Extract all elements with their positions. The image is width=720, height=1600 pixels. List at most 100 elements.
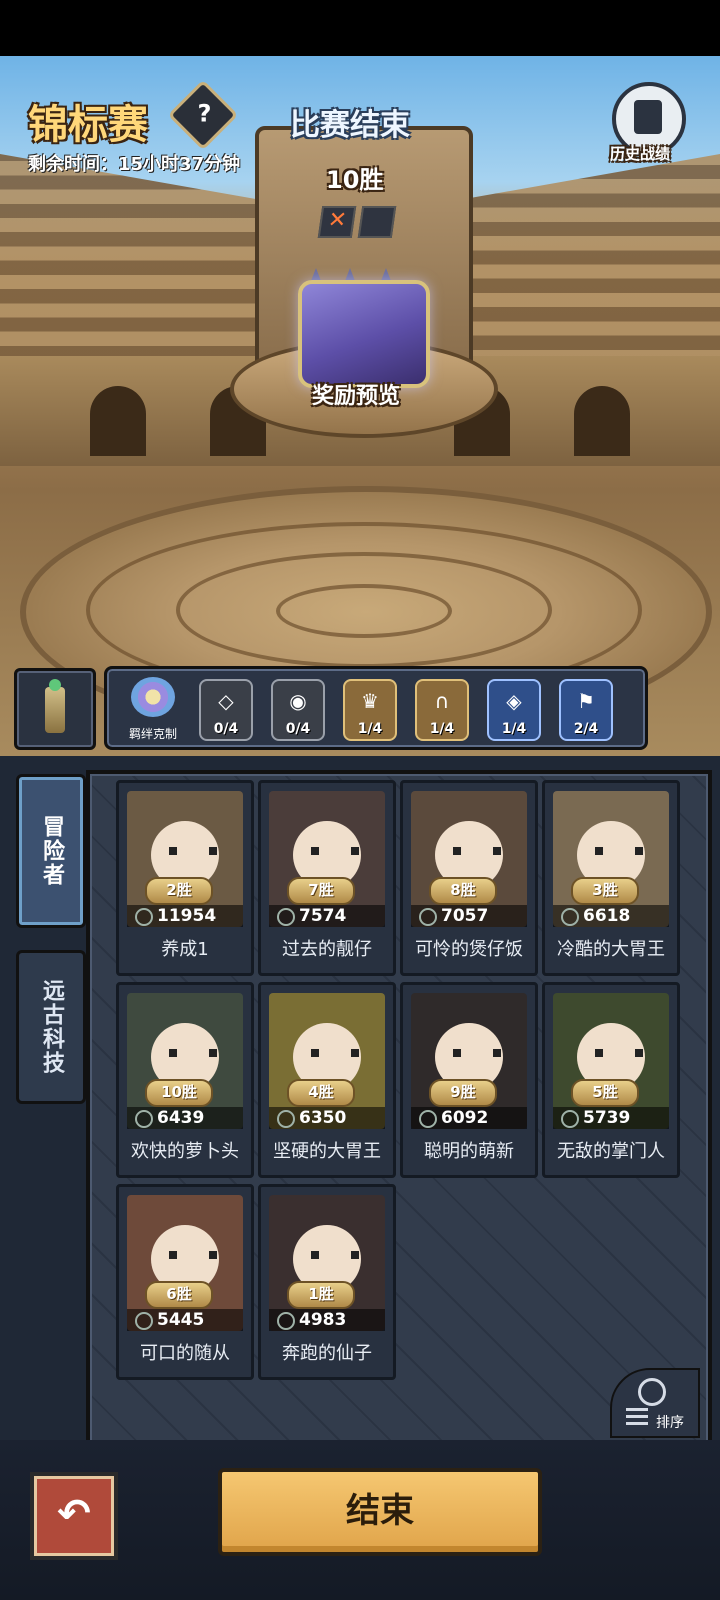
power-icon bbox=[135, 1312, 153, 1330]
sort-button[interactable]: 排序 bbox=[610, 1368, 700, 1438]
hero-eyes bbox=[453, 847, 501, 855]
hero-card[interactable]: 6胜 5445 可口的随从 bbox=[116, 1184, 254, 1380]
hero-power: 4983 bbox=[299, 1310, 347, 1330]
end-button[interactable]: 结束 bbox=[218, 1468, 542, 1556]
bond-flower-icon bbox=[131, 677, 175, 717]
hero-power-row: 5445 bbox=[127, 1309, 243, 1331]
hero-eyes bbox=[169, 1049, 217, 1057]
hero-wins-badge: 2胜 bbox=[145, 877, 213, 905]
hero-wins-badge: 9胜 bbox=[429, 1079, 497, 1107]
hero-power: 6439 bbox=[157, 1108, 205, 1128]
hero-name: 坚硬的大胃王 bbox=[273, 1141, 381, 1162]
hero-wins-badge: 1胜 bbox=[287, 1281, 355, 1309]
wall-arch bbox=[574, 386, 630, 456]
tower-button[interactable] bbox=[14, 668, 96, 750]
hero-card[interactable]: 8胜 7057 可怜的煲仔饭 bbox=[400, 780, 538, 976]
bond-counter-label: 羁绊克制 bbox=[128, 727, 177, 741]
hero-power-row: 6439 bbox=[127, 1107, 243, 1129]
hero-card[interactable]: 4胜 6350 坚硬的大胃王 bbox=[258, 982, 396, 1178]
tab-ancient-tech[interactable]: 远古科技 bbox=[16, 950, 86, 1104]
hero-wins-badge: 6胜 bbox=[145, 1281, 213, 1309]
hero-name: 养成1 bbox=[161, 939, 209, 960]
bond-count: 0/4 bbox=[213, 721, 239, 737]
horseshoe-icon: ∩ bbox=[434, 689, 450, 713]
back-arrow-icon: ↶ bbox=[57, 1491, 91, 1537]
hero-card[interactable]: 1胜 4983 奔跑的仙子 bbox=[258, 1184, 396, 1380]
hero-wins-badge: 7胜 bbox=[287, 877, 355, 905]
hero-power-row: 6350 bbox=[269, 1107, 385, 1129]
power-icon bbox=[419, 1110, 437, 1128]
win-count: 10胜 bbox=[326, 166, 384, 194]
wall-arch bbox=[90, 386, 146, 456]
reward-chest[interactable] bbox=[298, 280, 430, 388]
hero-eyes bbox=[311, 1251, 359, 1259]
hero-power: 6350 bbox=[299, 1108, 347, 1128]
hero-power: 5445 bbox=[157, 1310, 205, 1330]
hero-power: 7574 bbox=[299, 906, 347, 926]
reward-preview-label[interactable]: 奖励预览 bbox=[312, 378, 400, 410]
back-button[interactable]: ↶ bbox=[30, 1472, 118, 1560]
hero-card[interactable]: 10胜 6439 欢快的萝卜头 bbox=[116, 982, 254, 1178]
hero-power-row: 6618 bbox=[553, 905, 669, 927]
history-label[interactable]: 历史战绩 bbox=[610, 143, 670, 164]
hero-wins-badge: 10胜 bbox=[145, 1079, 213, 1107]
bond-item-crown[interactable]: ♛ 1/4 bbox=[343, 679, 397, 741]
hero-card[interactable]: 7胜 7574 过去的靓仔 bbox=[258, 780, 396, 976]
hero-name: 可怜的煲仔饭 bbox=[415, 939, 523, 960]
hero-eyes bbox=[311, 847, 359, 855]
bond-item-banner[interactable]: ⚑ 2/4 bbox=[559, 679, 613, 741]
bond-item-diamond[interactable]: ◇ 0/4 bbox=[199, 679, 253, 741]
hero-card[interactable]: 9胜 6092 聪明的萌新 bbox=[400, 982, 538, 1178]
floor-ring bbox=[276, 584, 452, 638]
hero-wins-badge: 4胜 bbox=[287, 1079, 355, 1107]
hero-eyes bbox=[311, 1049, 359, 1057]
hero-wins-badge: 5胜 bbox=[571, 1079, 639, 1107]
bond-item-horseshoe[interactable]: ∩ 1/4 bbox=[415, 679, 469, 741]
tower-icon bbox=[45, 687, 65, 733]
hero-eyes bbox=[169, 847, 217, 855]
hero-wins-badge: 8胜 bbox=[429, 877, 497, 905]
page-title: 锦标赛 bbox=[28, 102, 148, 148]
hero-name: 无敌的掌门人 bbox=[557, 1141, 665, 1162]
bond-bar: 羁绊克制 ◇ 0/4 ◉ 0/4 ♛ 1/4 ∩ 1/4 ◈ 1/4 ⚑ 2/4 bbox=[104, 666, 648, 750]
status-bar bbox=[0, 0, 720, 56]
power-icon bbox=[419, 908, 437, 926]
bond-count: 1/4 bbox=[501, 721, 527, 737]
power-icon bbox=[561, 1110, 579, 1128]
hero-name: 奔跑的仙子 bbox=[282, 1343, 372, 1364]
bond-count: 2/4 bbox=[573, 721, 599, 737]
power-icon bbox=[135, 1110, 153, 1128]
hero-power: 11954 bbox=[157, 906, 217, 926]
match-status: 比赛结束 bbox=[290, 108, 410, 143]
tab-adventurers[interactable]: 冒险者 bbox=[16, 774, 86, 928]
bond-item-eye[interactable]: ◉ 0/4 bbox=[271, 679, 325, 741]
bond-count: 1/4 bbox=[357, 721, 383, 737]
hero-power-row: 11954 bbox=[127, 905, 243, 927]
hero-card[interactable]: 5胜 5739 无敌的掌门人 bbox=[542, 982, 680, 1178]
power-icon bbox=[561, 908, 579, 926]
bond-count: 1/4 bbox=[429, 721, 455, 737]
hero-power-row: 6092 bbox=[411, 1107, 527, 1129]
bond-count: 0/4 bbox=[285, 721, 311, 737]
scroll-icon bbox=[634, 100, 662, 134]
shield-icon: ◈ bbox=[506, 689, 522, 713]
hero-card[interactable]: 2胜 11954 养成1 bbox=[116, 780, 254, 976]
hero-name: 聪明的萌新 bbox=[424, 1141, 514, 1162]
bond-item-shield[interactable]: ◈ 1/4 bbox=[487, 679, 541, 741]
hero-eyes bbox=[595, 847, 643, 855]
loss-marker-used: ✕ bbox=[317, 206, 357, 238]
hero-power-row: 5739 bbox=[553, 1107, 669, 1129]
hero-grid: 2胜 11954 养成1 7胜 7574 过去的靓仔 8胜 7057 可怜的煲仔… bbox=[86, 770, 712, 1448]
magnifier-icon bbox=[638, 1378, 666, 1406]
list-icon bbox=[626, 1408, 648, 1426]
sort-label: 排序 bbox=[656, 1415, 684, 1431]
hero-eyes bbox=[169, 1251, 217, 1259]
hero-eyes bbox=[453, 1049, 501, 1057]
power-icon bbox=[277, 1110, 295, 1128]
banner-icon: ⚑ bbox=[577, 689, 595, 713]
hero-card[interactable]: 3胜 6618 冷酷的大胃王 bbox=[542, 780, 680, 976]
hero-power-row: 7574 bbox=[269, 905, 385, 927]
hero-name: 过去的靓仔 bbox=[282, 939, 372, 960]
bond-counter-button[interactable]: 羁绊克制 bbox=[117, 673, 189, 743]
power-icon bbox=[277, 1312, 295, 1330]
